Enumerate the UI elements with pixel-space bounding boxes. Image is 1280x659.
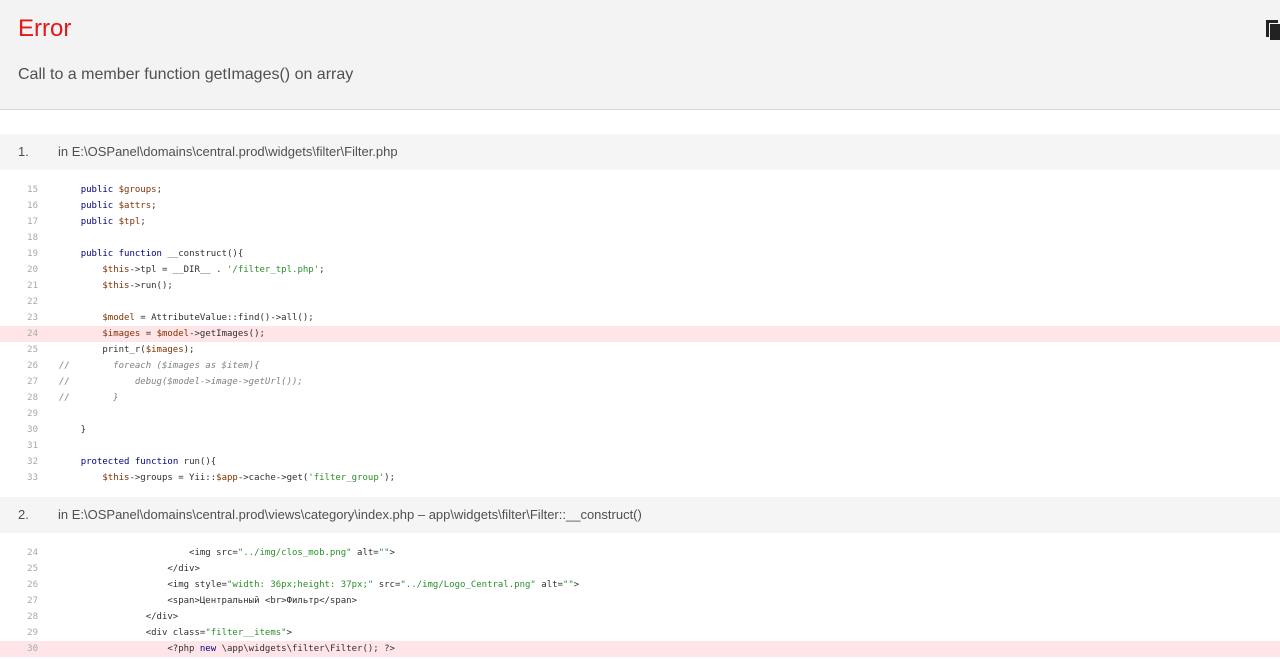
code-line: 15 public $groups; [0, 182, 1280, 198]
frame-location[interactable]: in E:\OSPanel\domains\central.prod\views… [58, 507, 642, 522]
code-text: } [59, 425, 87, 435]
error-header: Error Call to a member function getImage… [0, 0, 1280, 110]
code-line: 22 [0, 294, 1280, 310]
code-text: // foreach ($images as $item){ [59, 361, 260, 371]
code-line: 29 <div class="filter__items"> [0, 625, 1280, 641]
code-text: $model = AttributeValue::find()->all(); [102, 313, 314, 323]
code-text: $images = $model->getImages(); [102, 329, 265, 339]
code-line: 28 </div> [0, 609, 1280, 625]
code-line: 21 $this->run(); [0, 278, 1280, 294]
code-block: 15 public $groups; 16 public $attrs; 17 pu… [0, 182, 1280, 486]
code-line: 20 $this->tpl = __DIR__ . '/filter_tpl.p… [0, 262, 1280, 278]
line-number: 24 [27, 548, 38, 558]
line-number: 32 [27, 457, 38, 467]
code-text: <img src="../img/clos_mob.png" alt=""> [59, 548, 395, 558]
code-text: $this->tpl = __DIR__ . '/filter_tpl.php'… [102, 265, 325, 275]
error-message: Call to a member function getImages() on… [18, 66, 354, 83]
code-line: 28 // } [0, 390, 1280, 406]
code-line: 25 print_r($images); [0, 342, 1280, 358]
code-text: </div> [59, 612, 179, 622]
code-line: 27 <span>Центральный <br>Фильтр</span> [0, 593, 1280, 609]
frame-location[interactable]: in E:\OSPanel\domains\central.prod\widge… [58, 144, 398, 159]
code-text: <div class="filter__items"> [59, 628, 293, 638]
code-text: public function __construct(){ [80, 249, 244, 259]
error-title: Error [18, 15, 72, 42]
code-line: 26 <img style="width: 36px;height: 37px;… [0, 577, 1280, 593]
frame-number: 2. [18, 507, 29, 522]
line-number: 21 [27, 281, 38, 291]
error-line: 30 <?php new \app\widgets\filter\Filter(… [0, 641, 1280, 657]
line-number: 31 [27, 441, 38, 451]
code-text: </div> [59, 564, 200, 574]
line-number: 33 [27, 473, 38, 483]
line-number: 19 [27, 249, 38, 259]
line-number: 27 [27, 377, 38, 387]
code-block: 24 <img src="../img/clos_mob.png" alt=""… [0, 545, 1280, 657]
code-text: // debug($model->image->getUrl()); [59, 377, 303, 387]
code-line: 16 public $attrs; [0, 198, 1280, 214]
line-number: 24 [27, 329, 38, 339]
line-number: 28 [27, 612, 38, 622]
frame-number: 1. [18, 144, 29, 159]
line-number: 15 [27, 185, 38, 195]
copy-icon[interactable] [1266, 20, 1280, 40]
line-number: 30 [27, 644, 38, 654]
code-line: 30 } [0, 422, 1280, 438]
line-number: 16 [27, 201, 38, 211]
stack-frame-header[interactable]: 1. in E:\OSPanel\domains\central.prod\wi… [0, 134, 1280, 170]
line-number: 20 [27, 265, 38, 275]
line-number: 26 [27, 580, 38, 590]
code-text: <img style="width: 36px;height: 37px;" s… [59, 580, 580, 590]
code-text: public $tpl; [80, 217, 146, 227]
error-line: 24 $images = $model->getImages(); [0, 326, 1280, 342]
line-number: 25 [27, 345, 38, 355]
line-number: 29 [27, 628, 38, 638]
code-text: public $groups; [80, 185, 162, 195]
code-line: 19 public function __construct(){ [0, 246, 1280, 262]
line-number: 26 [27, 361, 38, 371]
line-number: 23 [27, 313, 38, 323]
code-text: <span>Центральный <br>Фильтр</span> [59, 596, 358, 606]
code-line: 31 [0, 438, 1280, 454]
code-text: protected function run(){ [80, 457, 217, 467]
stack-frame-header[interactable]: 2. in E:\OSPanel\domains\central.prod\vi… [0, 497, 1280, 533]
line-number: 28 [27, 393, 38, 403]
code-line: 25 </div> [0, 561, 1280, 577]
code-text: $this->run(); [102, 281, 173, 291]
code-line: 24 <img src="../img/clos_mob.png" alt=""… [0, 545, 1280, 561]
code-line: 17 public $tpl; [0, 214, 1280, 230]
code-line: 18 [0, 230, 1280, 246]
code-line: 32 protected function run(){ [0, 454, 1280, 470]
code-line: 33 $this->groups = Yii::$app->cache->get… [0, 470, 1280, 486]
code-line: 26 // foreach ($images as $item){ [0, 358, 1280, 374]
line-number: 22 [27, 297, 38, 307]
code-text: // } [59, 393, 119, 403]
line-number: 30 [27, 425, 38, 435]
line-number: 25 [27, 564, 38, 574]
code-line: 23 $model = AttributeValue::find()->all(… [0, 310, 1280, 326]
code-text: public $attrs; [80, 201, 157, 211]
line-number: 18 [27, 233, 38, 243]
code-text: <?php new \app\widgets\filter\Filter(); … [59, 644, 395, 654]
code-line: 27 // debug($model->image->getUrl()); [0, 374, 1280, 390]
code-line: 29 [0, 406, 1280, 422]
line-number: 27 [27, 596, 38, 606]
line-number: 17 [27, 217, 38, 227]
line-number: 29 [27, 409, 38, 419]
code-text: $this->groups = Yii::$app->cache->get('f… [102, 473, 395, 483]
code-text: print_r($images); [59, 345, 195, 355]
